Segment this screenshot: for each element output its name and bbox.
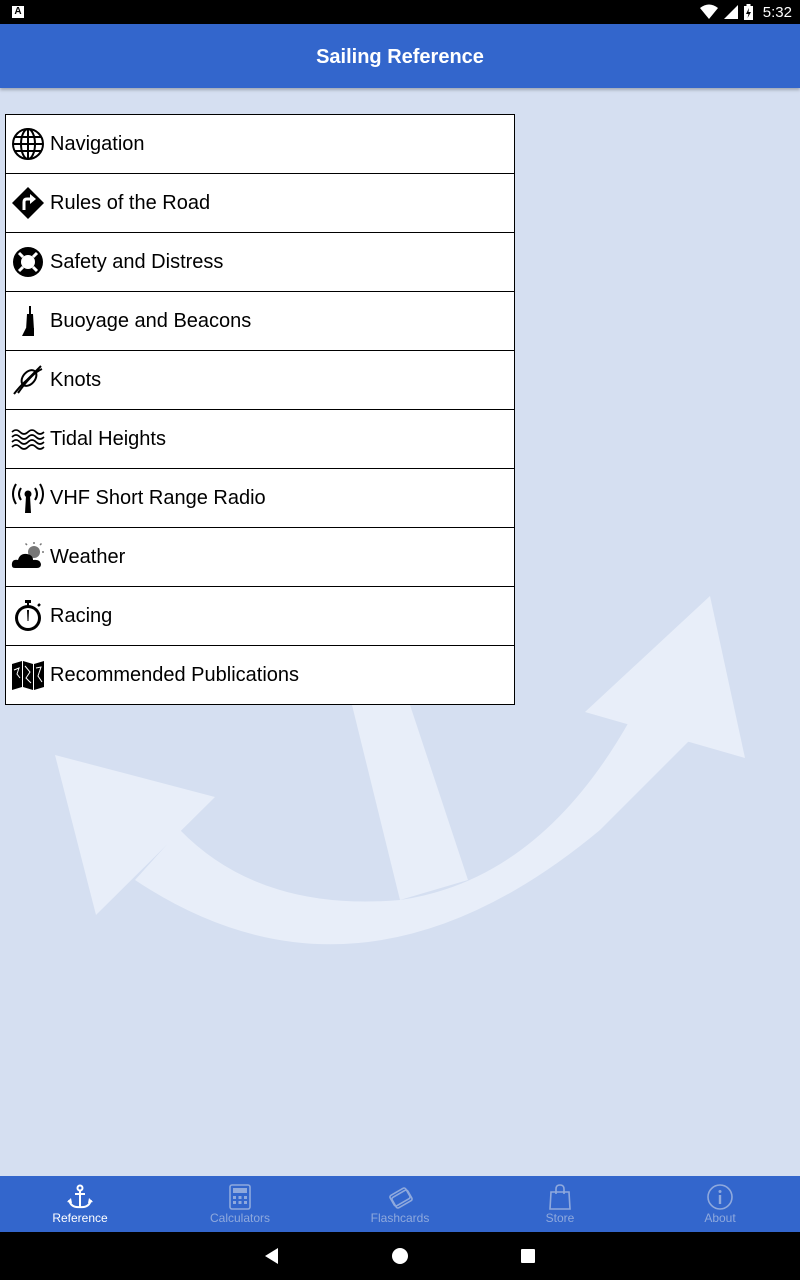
menu-item-vhf-short-range-radio[interactable]: VHF Short Range Radio <box>6 469 514 528</box>
bottom-tab-bar: Reference Calculators Flashcards Store A… <box>0 1176 800 1232</box>
menu-item-knots[interactable]: Knots <box>6 351 514 410</box>
menu-item-label: Buoyage and Beacons <box>50 309 252 332</box>
stopwatch-icon <box>11 599 45 633</box>
tab-label: Calculators <box>209 1211 271 1225</box>
back-icon <box>265 1248 278 1264</box>
menu-item-recommended-publications[interactable]: Recommended Publications <box>6 646 514 704</box>
app-bar: Sailing Reference <box>0 24 800 88</box>
tab-calculators[interactable]: Calculators <box>160 1176 320 1232</box>
lifebuoy-icon <box>11 245 45 279</box>
buoy-icon <box>11 304 45 338</box>
home-button[interactable] <box>380 1236 420 1276</box>
menu-item-safety-and-distress[interactable]: Safety and Distress <box>6 233 514 292</box>
tab-label: Store <box>545 1211 575 1225</box>
menu-item-tidal-heights[interactable]: Tidal Heights <box>6 410 514 469</box>
info-icon <box>706 1183 734 1211</box>
tab-about[interactable]: About <box>640 1176 800 1232</box>
menu-item-label: Recommended Publications <box>50 663 300 686</box>
menu-item-navigation[interactable]: Navigation <box>6 115 514 174</box>
menu-item-label: Rules of the Road <box>50 191 211 214</box>
shopping-bag-icon <box>546 1183 574 1211</box>
status-bar: A 5:32 <box>0 0 800 24</box>
menu-item-label: Knots <box>50 368 102 391</box>
menu-item-rules-of-the-road[interactable]: Rules of the Road <box>6 174 514 233</box>
anchor-icon <box>66 1183 94 1211</box>
flashcards-icon <box>386 1183 414 1211</box>
menu-item-label: Tidal Heights <box>50 427 166 450</box>
knot-icon <box>11 363 45 397</box>
menu-item-label: Safety and Distress <box>50 250 224 273</box>
menu-item-racing[interactable]: Racing <box>6 587 514 646</box>
menu-item-label: VHF Short Range Radio <box>50 486 266 509</box>
page-title: Sailing Reference <box>316 46 484 68</box>
wifi-icon <box>699 4 718 19</box>
main-content: Navigation Rules of the Road Safety and … <box>0 88 800 1176</box>
system-nav-bar <box>0 1232 800 1280</box>
recents-button[interactable] <box>508 1236 548 1276</box>
tab-flashcards[interactable]: Flashcards <box>320 1176 480 1232</box>
road-sign-icon <box>11 186 45 220</box>
recents-icon <box>521 1249 535 1263</box>
cloud-sun-icon <box>11 540 45 574</box>
menu-item-buoyage-and-beacons[interactable]: Buoyage and Beacons <box>6 292 514 351</box>
menu-item-label: Racing <box>50 604 113 627</box>
clock: 5:32 <box>762 3 792 21</box>
signal-icon <box>723 5 738 19</box>
tab-reference[interactable]: Reference <box>0 1176 160 1232</box>
tab-label: About <box>704 1211 736 1225</box>
menu-item-label: Weather <box>50 545 126 568</box>
antenna-icon <box>11 481 45 515</box>
back-button[interactable] <box>252 1236 292 1276</box>
calculator-icon <box>226 1183 254 1211</box>
status-icons: 5:32 <box>699 0 792 24</box>
globe-icon <box>11 127 45 161</box>
menu-item-label: Navigation <box>50 132 145 155</box>
map-icon <box>11 658 45 692</box>
home-icon <box>392 1248 408 1264</box>
tab-store[interactable]: Store <box>480 1176 640 1232</box>
battery-icon <box>743 4 753 20</box>
menu-item-weather[interactable]: Weather <box>6 528 514 587</box>
tab-label: Flashcards <box>370 1211 430 1225</box>
waves-icon <box>11 422 45 456</box>
notification-icon: A <box>12 6 24 18</box>
tab-label: Reference <box>52 1211 108 1225</box>
reference-menu: Navigation Rules of the Road Safety and … <box>5 114 515 705</box>
